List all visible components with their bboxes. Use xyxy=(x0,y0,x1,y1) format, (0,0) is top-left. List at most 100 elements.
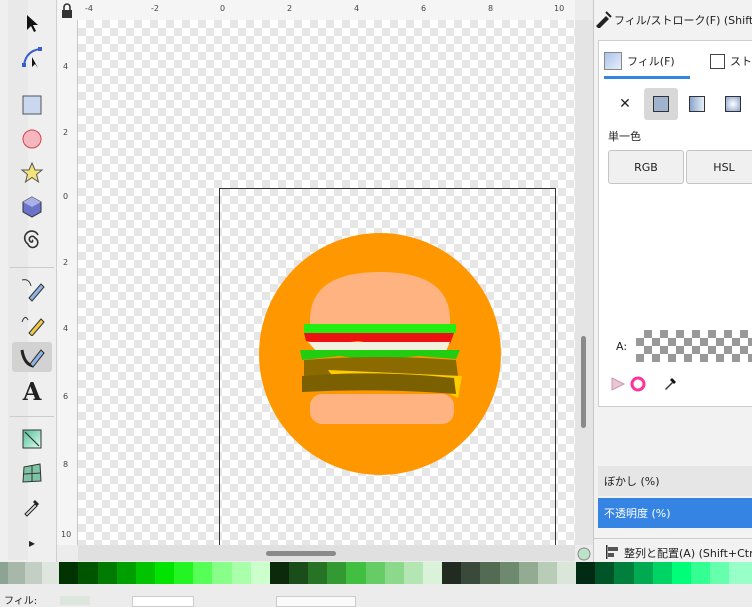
ellipse-tool[interactable] xyxy=(12,124,52,154)
palette-swatch[interactable] xyxy=(231,562,251,584)
palette-swatch[interactable] xyxy=(42,562,60,584)
bottom-bun[interactable] xyxy=(310,394,454,424)
gradient-tool[interactable] xyxy=(12,424,52,454)
palette-swatch[interactable] xyxy=(174,562,194,584)
flat-color-button[interactable] xyxy=(644,88,678,120)
palette-swatch[interactable] xyxy=(24,562,43,584)
pencil-tool[interactable] xyxy=(12,308,52,338)
selector-tool[interactable] xyxy=(12,8,52,38)
palette-swatch[interactable] xyxy=(595,562,615,584)
palette-swatch[interactable] xyxy=(422,562,443,584)
color-palette[interactable] xyxy=(0,562,752,584)
palette-swatch[interactable] xyxy=(652,562,672,584)
palette-swatch[interactable] xyxy=(327,562,347,584)
opacity-control[interactable]: 不透明度 (%) xyxy=(598,498,752,528)
color-manage-toggle[interactable] xyxy=(577,547,591,561)
mesh-tool[interactable] xyxy=(12,458,52,488)
palette-swatch[interactable] xyxy=(116,562,136,584)
vertical-scrollbar[interactable] xyxy=(575,20,593,545)
tab-stroke[interactable]: ストロ xyxy=(710,46,752,76)
pen-tool[interactable] xyxy=(12,274,52,304)
hruler-label: 10 xyxy=(554,4,565,13)
palette-swatch[interactable] xyxy=(633,562,653,584)
palette-swatch[interactable] xyxy=(135,562,156,584)
palette-swatch[interactable] xyxy=(537,562,557,584)
node-tool[interactable] xyxy=(12,42,52,72)
palette-swatch[interactable] xyxy=(403,562,423,584)
horizontal-scrollbar[interactable] xyxy=(78,545,575,561)
palette-swatch[interactable] xyxy=(710,562,730,584)
color-wheel-button[interactable] xyxy=(610,376,626,395)
vruler-label: 4 xyxy=(63,62,69,71)
spiral-tool[interactable] xyxy=(12,226,52,256)
palette-swatch[interactable] xyxy=(556,562,577,584)
status-opacity-field[interactable] xyxy=(132,596,194,607)
palette-swatch[interactable] xyxy=(576,562,596,584)
pick-color-button[interactable] xyxy=(662,376,678,395)
blur-label: ぼかし (%) xyxy=(604,475,660,488)
palette-swatch[interactable] xyxy=(365,562,385,584)
hsl-button[interactable]: HSL xyxy=(686,150,752,184)
palette-swatch[interactable] xyxy=(97,562,117,584)
palette-swatch[interactable] xyxy=(59,562,79,584)
palette-swatch[interactable] xyxy=(442,562,462,584)
star-tool[interactable] xyxy=(12,158,52,188)
toolbox: A ▸ xyxy=(0,0,57,562)
palette-swatch[interactable] xyxy=(212,562,232,584)
more-tools-button[interactable]: ▸ xyxy=(12,528,52,558)
palette-swatch[interactable] xyxy=(193,562,213,584)
linear-gradient-icon xyxy=(689,96,705,112)
palette-swatch[interactable] xyxy=(690,562,711,584)
no-paint-button[interactable]: ✕ xyxy=(608,88,642,120)
palette-swatch[interactable] xyxy=(729,562,752,584)
vertical-scroll-thumb[interactable] xyxy=(581,336,586,428)
3d-box-tool[interactable] xyxy=(12,192,52,222)
radial-gradient-button[interactable] xyxy=(716,88,750,120)
text-tool[interactable]: A xyxy=(12,376,52,406)
artwork[interactable] xyxy=(78,20,575,545)
palette-swatch[interactable] xyxy=(308,562,328,584)
palette-swatch[interactable] xyxy=(346,562,366,584)
palette-swatch[interactable] xyxy=(480,562,500,584)
blur-control[interactable]: ぼかし (%) xyxy=(598,466,752,496)
lock-guides-button[interactable] xyxy=(59,3,75,19)
rectangle-tool[interactable] xyxy=(12,90,52,120)
fill-stroke-panel: フィル/ストローク(F) (Shift+Ctrl フィル(F) ストロ ✕ 単一… xyxy=(593,0,752,562)
palette-swatch[interactable] xyxy=(499,562,519,584)
color-scales-button[interactable] xyxy=(630,376,646,395)
status-layer-selector[interactable] xyxy=(276,596,356,607)
calligraphy-tool[interactable] xyxy=(12,342,52,372)
palette-swatch[interactable] xyxy=(0,562,8,584)
rgb-button[interactable]: RGB xyxy=(608,150,684,184)
flat-color-icon xyxy=(653,96,669,112)
alpha-slider[interactable] xyxy=(636,330,752,362)
panel-title[interactable]: フィル/ストローク(F) (Shift+Ctrl xyxy=(594,8,752,30)
horizontal-scroll-thumb[interactable] xyxy=(266,551,336,556)
palette-swatch[interactable] xyxy=(614,562,634,584)
palette-swatch[interactable] xyxy=(384,562,404,584)
linear-gradient-button[interactable] xyxy=(680,88,714,120)
tab-fill[interactable]: フィル(F) xyxy=(604,46,690,79)
palette-swatch[interactable] xyxy=(78,562,98,584)
palette-swatch[interactable] xyxy=(518,562,538,584)
palette-swatch[interactable] xyxy=(289,562,309,584)
alpha-label: A: xyxy=(616,340,628,353)
pen-icon xyxy=(21,279,45,302)
palette-swatch[interactable] xyxy=(269,562,289,584)
align-distribute-tab[interactable]: 整列と配置(A) (Shift+Ctrl xyxy=(594,538,752,563)
palette-swatch[interactable] xyxy=(671,562,691,584)
radial-gradient-icon xyxy=(725,96,741,112)
vruler-label: 8 xyxy=(63,460,69,469)
palette-swatch[interactable] xyxy=(7,562,25,584)
hsl-label: HSL xyxy=(713,160,735,174)
color-ring-icon xyxy=(630,376,646,392)
palette-swatch[interactable] xyxy=(461,562,481,584)
palette-swatch[interactable] xyxy=(155,562,175,584)
palette-swatch[interactable] xyxy=(250,562,270,584)
status-fill-swatch[interactable] xyxy=(60,596,90,605)
spiral-icon xyxy=(23,230,39,249)
lettuce-top[interactable] xyxy=(304,324,456,333)
mesh-icon xyxy=(22,463,42,483)
drawing-canvas[interactable] xyxy=(78,20,575,545)
dropper-tool[interactable] xyxy=(12,492,52,522)
